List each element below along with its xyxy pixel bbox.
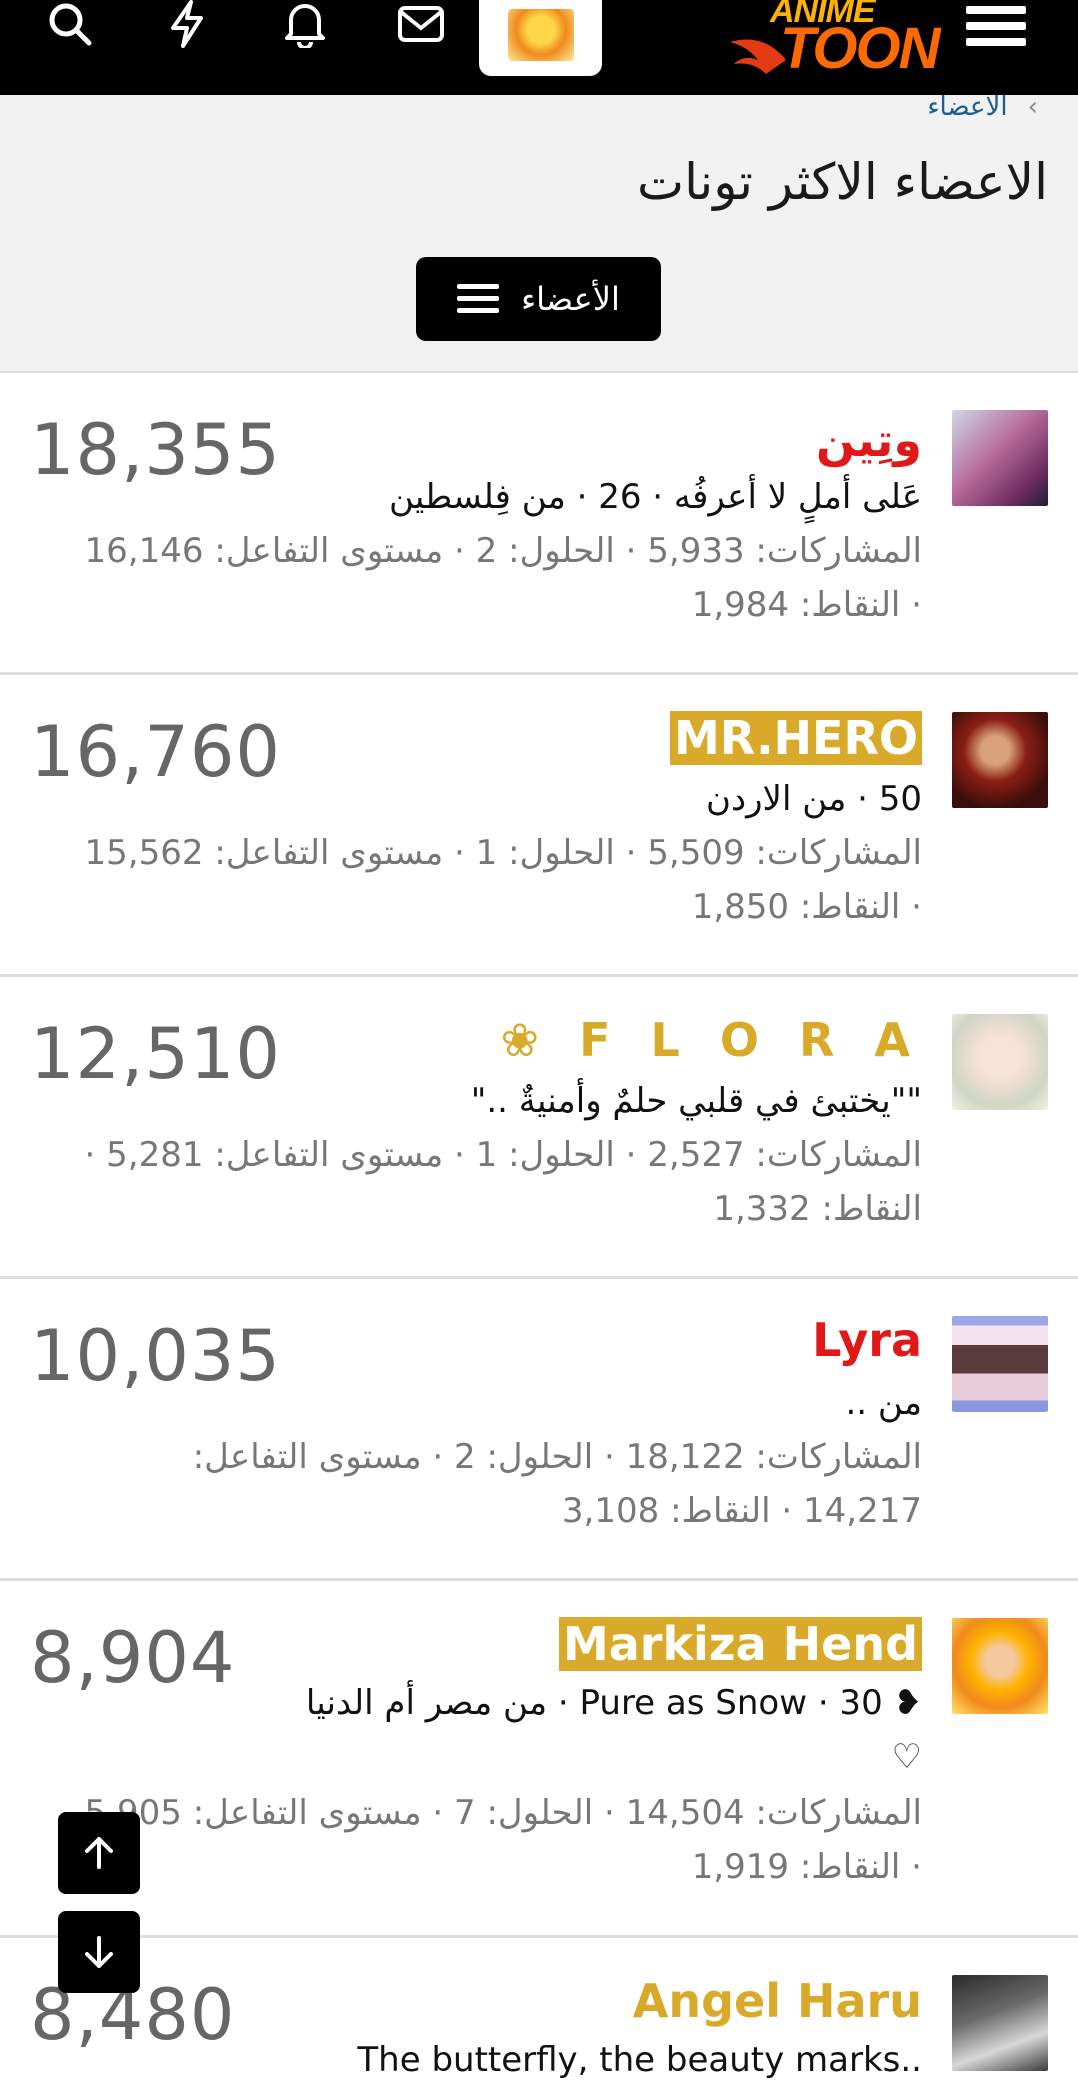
arrow-up-icon: [85, 1837, 113, 1869]
list-icon: [457, 282, 500, 316]
member-row[interactable]: 8,904 Markiza Hend ❥ Pure as Snow · 30 ·…: [0, 1581, 1078, 1938]
bell-icon[interactable]: [275, 0, 335, 48]
member-avatar[interactable]: [952, 1014, 1048, 1110]
member-avatar[interactable]: [952, 712, 1048, 808]
page-header: › الاعضاء الاعضاء الاكثر تونات الأعضاء: [0, 92, 1078, 373]
search-icon[interactable]: [40, 0, 100, 48]
member-row[interactable]: 18,355 وتِين عَلى أملٍ لا أعرفُه · 26 · …: [0, 373, 1078, 675]
member-stats: المشاركات: 2,527 · الحلول: 1 · مستوى الت…: [84, 1135, 922, 1175]
member-info-line: من ..: [845, 1383, 922, 1423]
members-button-label: الأعضاء: [521, 280, 620, 318]
heart-icon: ♡: [891, 1737, 922, 1777]
member-toon-count: 10,035: [30, 1315, 281, 1397]
mail-icon[interactable]: [391, 0, 451, 48]
member-stats-points: النقاط: 1,332: [713, 1189, 922, 1229]
member-info-line: عَلى أملٍ لا أعرفُه · 26 · من فِلسطين: [389, 477, 922, 517]
member-info-line: ""يختبئ في قلبي حلمٌ وأمنيةٌ ..": [470, 1081, 922, 1121]
member-toon-count: 12,510: [30, 1013, 281, 1095]
breadcrumb: › الاعضاء: [927, 92, 1038, 122]
scroll-up-button[interactable]: [58, 1812, 140, 1894]
member-row[interactable]: 16,760 MR.HERO 50 · من الاردن المشاركات:…: [0, 675, 1078, 977]
arrow-down-icon: [85, 1936, 113, 1968]
member-toon-count: 8,904: [30, 1617, 236, 1699]
member-name[interactable]: F L O R A ❀: [501, 1013, 922, 1067]
member-name[interactable]: Angel Haru: [633, 1974, 922, 2028]
member-stats: المشاركات: 5,933 · الحلول: 2 · مستوى الت…: [84, 531, 922, 571]
top-navigation-bar: ANIME TOON: [0, 0, 1078, 95]
member-avatar[interactable]: [952, 1618, 1048, 1714]
member-info-line: The butterfly, the beauty marks..: [357, 2040, 922, 2080]
page-title: الاعضاء الاكثر تونات: [637, 153, 1048, 211]
member-row[interactable]: 8,480 Angel Haru The butterfly, the beau…: [0, 1938, 1078, 2086]
member-name[interactable]: Lyra: [812, 1313, 922, 1367]
member-avatar[interactable]: [952, 1316, 1048, 1412]
member-stats-points: · النقاط: 1,984: [691, 585, 922, 625]
member-info-line: 50 · من الاردن: [706, 779, 922, 819]
menu-icon[interactable]: [962, 0, 1032, 50]
member-toon-count: 16,760: [30, 711, 281, 793]
scroll-down-button[interactable]: [58, 1911, 140, 1993]
member-row[interactable]: 12,510 F L O R A ❀ ""يختبئ في قلبي حلمٌ …: [0, 977, 1078, 1279]
members-filter-button[interactable]: الأعضاء: [416, 257, 661, 341]
user-avatar[interactable]: [479, 0, 602, 76]
member-stats-points: · النقاط: 1,850: [691, 887, 922, 927]
member-stats: المشاركات: 14,504 · الحلول: 7 · مستوى ال…: [85, 1793, 922, 1833]
member-stats: المشاركات: 18,122 · الحلول: 2 · مستوى ال…: [192, 1437, 922, 1477]
member-info-line: ❥ Pure as Snow · 30 · من مصر أم الدنيا: [305, 1683, 922, 1723]
member-stats: المشاركات: 5,509 · الحلول: 1 · مستوى الت…: [84, 833, 922, 873]
member-toon-count: 18,355: [30, 409, 281, 491]
member-name[interactable]: وتِين: [816, 413, 922, 467]
member-avatar[interactable]: [952, 410, 1048, 506]
member-stats-points: · النقاط: 1,919: [691, 1847, 922, 1887]
breadcrumb-chevron-icon: ›: [1027, 92, 1038, 122]
member-row[interactable]: 10,035 Lyra من .. المشاركات: 18,122 · ال…: [0, 1279, 1078, 1581]
breadcrumb-link-members[interactable]: الاعضاء: [927, 92, 1007, 122]
member-avatar[interactable]: [952, 1975, 1048, 2071]
member-name[interactable]: MR.HERO: [670, 711, 922, 765]
site-logo[interactable]: ANIME TOON: [730, 0, 940, 78]
bolt-icon[interactable]: [157, 0, 217, 48]
member-name[interactable]: Markiza Hend: [558, 1617, 922, 1671]
member-stats-points: 14,217 · النقاط: 3,108: [561, 1491, 922, 1531]
